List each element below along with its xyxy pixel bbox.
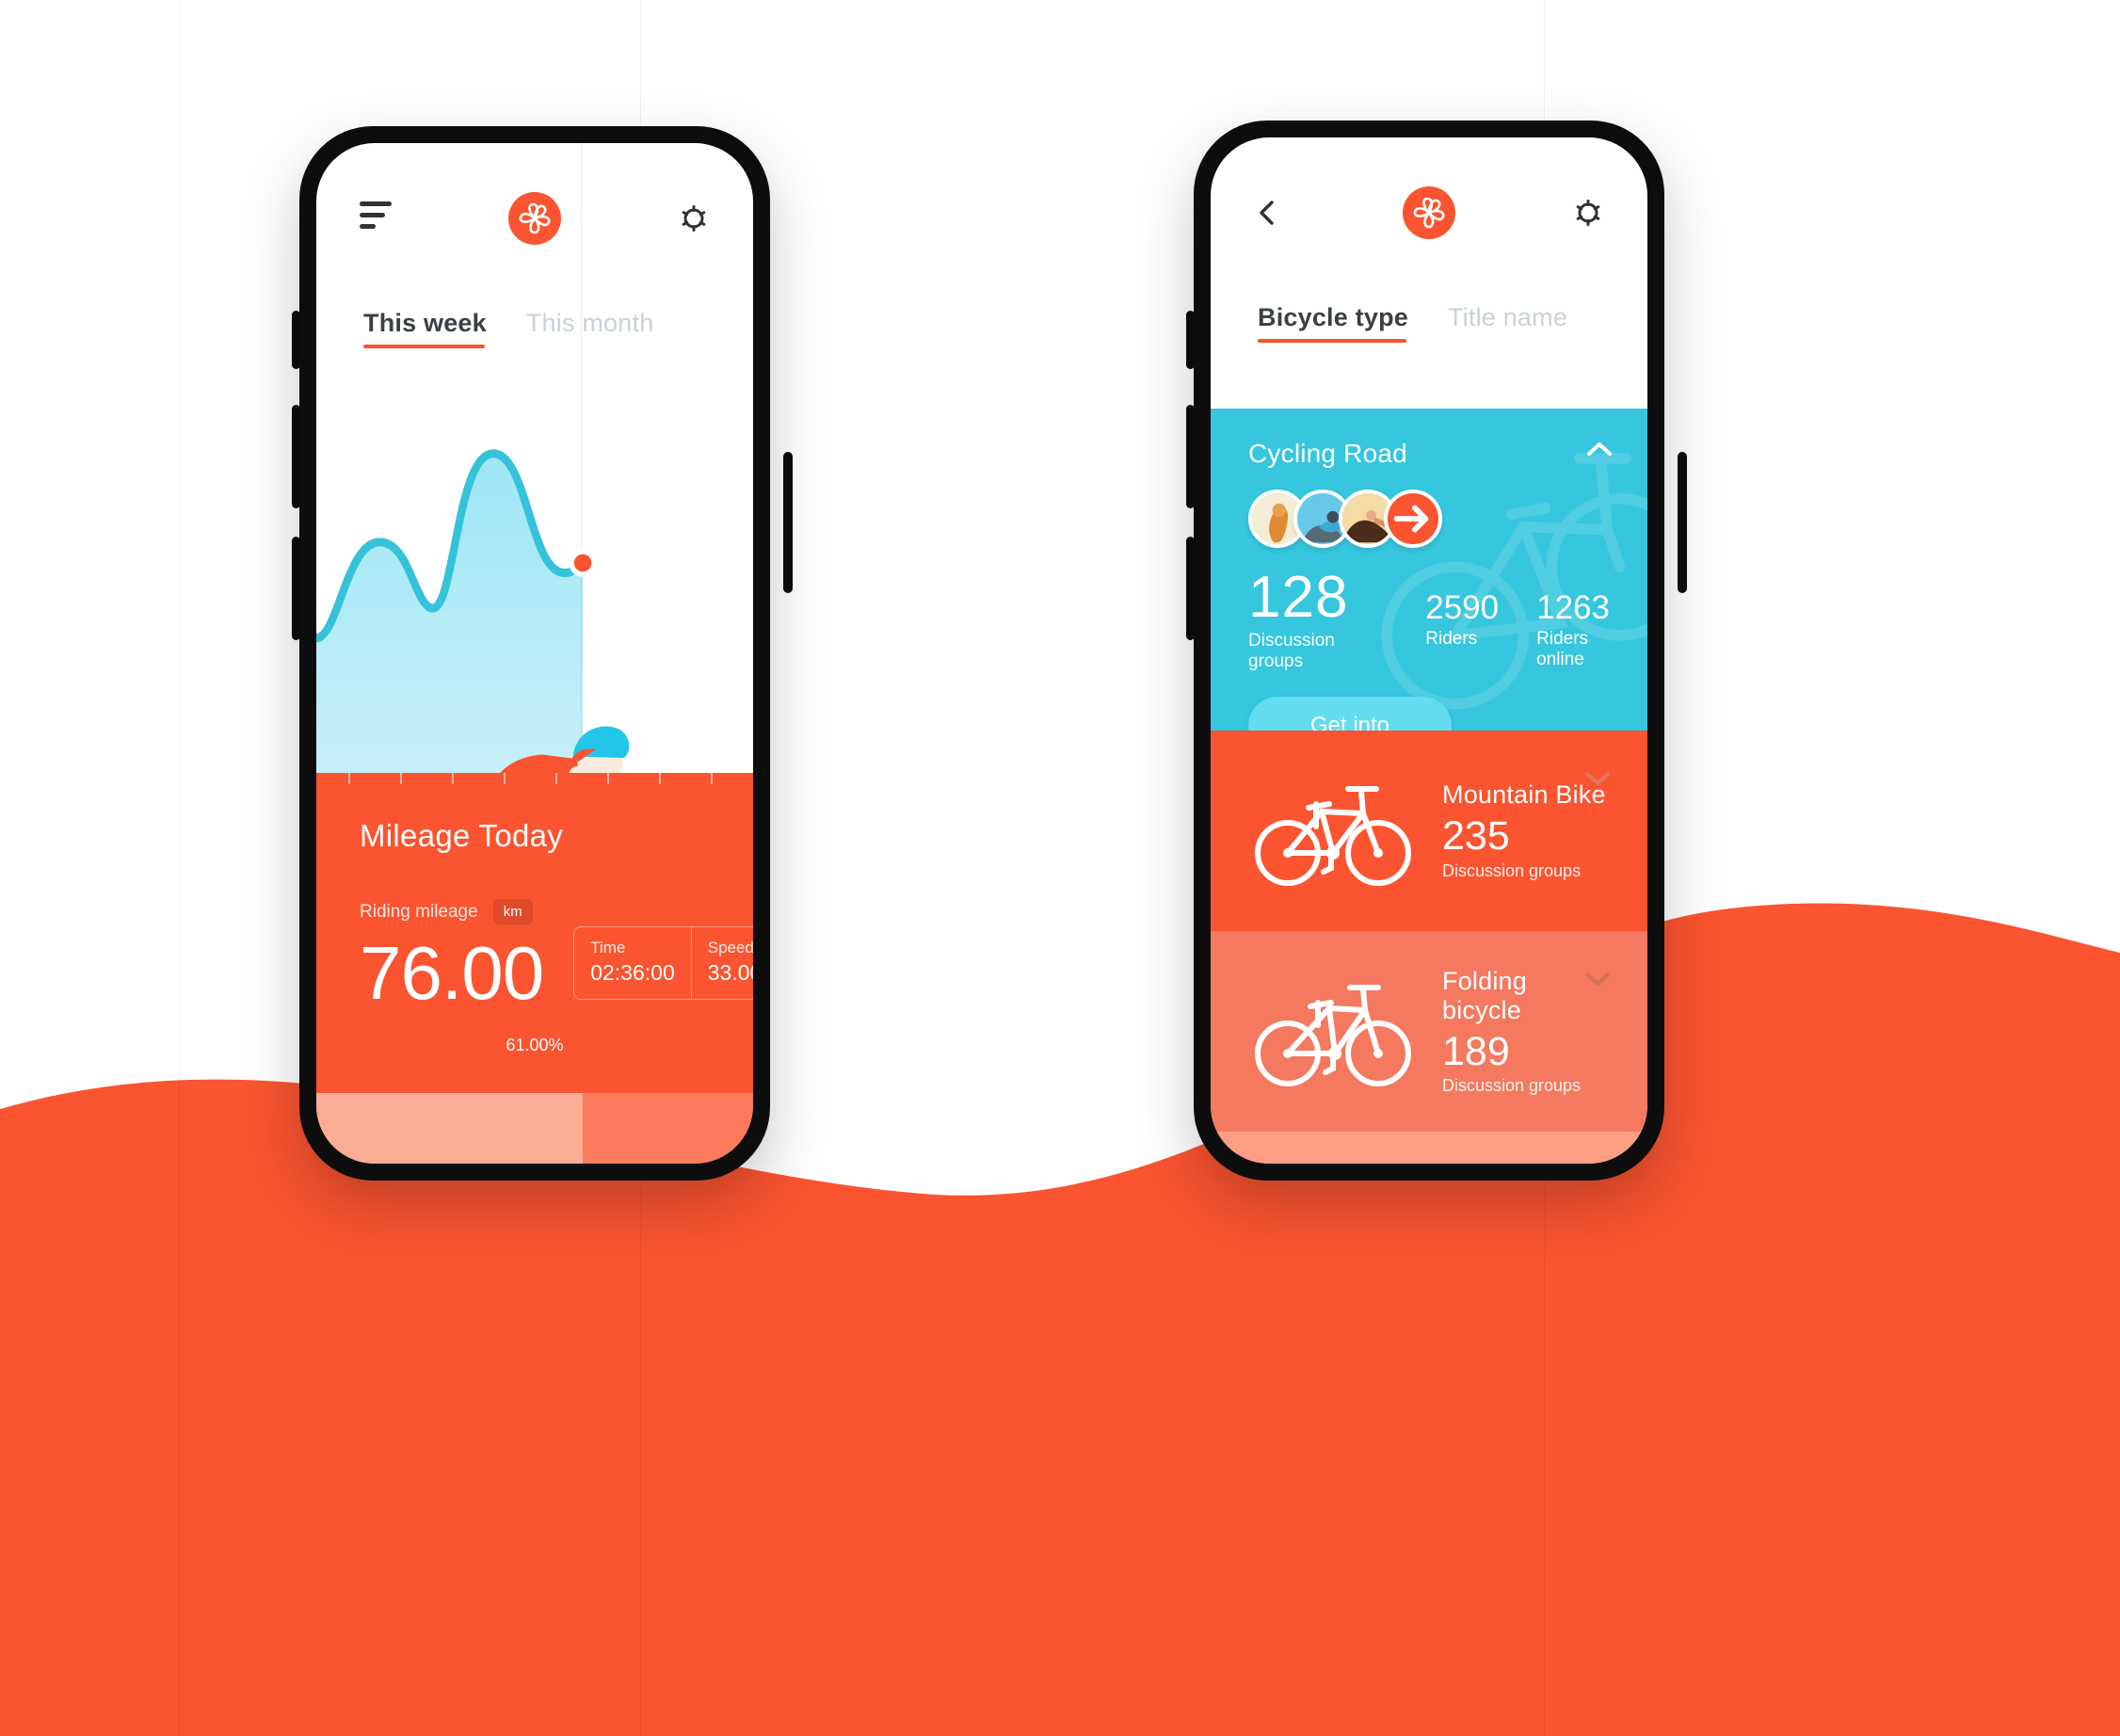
settings-button[interactable] [1538, 197, 1604, 229]
expand-button[interactable] [1582, 963, 1614, 995]
bike-type-count: 235 [1442, 813, 1510, 860]
back-chevron-icon [1260, 201, 1274, 225]
riders-label: Riders [1425, 629, 1478, 649]
riding-mileage-row: Riding mileage km [360, 899, 710, 924]
app-logo[interactable] [1320, 186, 1538, 239]
list-item[interactable]: Electric bicycle 280 Discussion groups [1211, 1132, 1647, 1164]
phone2-screen: Bicycle type Title name Cycling Road 128… [1211, 137, 1647, 1164]
phone1-screen: This week This month Mileage Today Ridin… [316, 143, 753, 1164]
bike-type-count: 189 [1442, 1028, 1510, 1074]
app-logo[interactable] [426, 192, 644, 245]
bike-type-unit: Discussion groups [1442, 860, 1582, 880]
hamburger-icon [360, 201, 392, 235]
stat-speed-value: 33.00 [707, 960, 753, 985]
back-button[interactable] [1254, 199, 1320, 227]
phone-mockup-bicycle-types: Bicycle type Title name Cycling Road 128… [1194, 121, 1664, 1181]
mileage-panel: Mileage Today Riding mileage km 76.00 Ti… [316, 773, 753, 1164]
phone1-power-button [783, 452, 793, 593]
discussion-groups-value: 128 [1248, 565, 1349, 630]
arrow-right-icon [1393, 505, 1429, 533]
stat-discussion-groups: 128 Discussion groups [1248, 569, 1363, 672]
progress-bar-fill [316, 1093, 584, 1164]
stat-riders: 2590 Riders [1425, 591, 1499, 670]
tab-this-week[interactable]: This week [363, 309, 487, 348]
expand-button[interactable] [1582, 763, 1614, 795]
riders-value: 2590 [1425, 589, 1500, 626]
page-title: Mileage Today [360, 818, 564, 853]
folding-bike-icon [1248, 971, 1418, 1093]
tab-title-name-label: Title name [1447, 303, 1568, 331]
app-logo-pinwheel-icon [508, 192, 561, 245]
progress-bar[interactable] [316, 1093, 753, 1164]
stat-speed-label: Speed [707, 939, 753, 956]
avatar-group[interactable] [1248, 490, 1610, 548]
tab-title-name[interactable]: Title name [1448, 303, 1567, 343]
app-logo-pinwheel-icon [1403, 186, 1455, 239]
list-item[interactable]: Folding bicycle 189 Discussion groups [1211, 931, 1647, 1132]
settings-button[interactable] [644, 202, 710, 234]
progress-percent-label: 61.00% [506, 1036, 564, 1054]
stat-time-value: 02:36:00 [590, 960, 675, 985]
phone1-topbar [316, 143, 753, 294]
chevron-down-icon [1585, 772, 1610, 785]
ruler-ticks [348, 773, 713, 784]
more-avatars-button[interactable] [1384, 490, 1442, 548]
chevron-down-icon [1585, 972, 1610, 986]
stat-time-label: Time [590, 939, 626, 956]
gear-icon [1576, 200, 1600, 226]
tab-this-month[interactable]: This month [526, 309, 654, 348]
tab-this-week-label: This week [363, 309, 487, 337]
mountain-bike-icon [1248, 770, 1418, 892]
stat-time: Time 02:36:00 [574, 927, 691, 999]
stat-riders-online: 1263 Riders online [1536, 591, 1610, 670]
ride-stats: Time 02:36:00 Speed 33.00 [573, 926, 753, 1000]
tab-bicycle-type[interactable]: Bicycle type [1258, 303, 1408, 343]
riders-online-value: 1263 [1536, 589, 1610, 626]
phone2-power-button [1678, 452, 1687, 593]
mileage-value-row: 76.00 Time 02:36:00 Speed 33.00 [360, 926, 753, 1015]
list-item[interactable]: Mountain Bike 235 Discussion groups [1211, 731, 1647, 931]
featured-card-title: Cycling Road [1248, 439, 1407, 468]
phone1-tabbar: This week This month [316, 309, 753, 348]
get-into-button[interactable]: Get into [1248, 697, 1452, 731]
phone2-topbar [1211, 137, 1647, 288]
layout-guide-left [179, 0, 180, 1736]
riding-mileage-label: Riding mileage [360, 901, 478, 922]
phone2-tabbar: Bicycle type Title name [1211, 303, 1647, 343]
featured-card-cycling-road[interactable]: Cycling Road 128 Discussion groups 2590 … [1211, 409, 1647, 731]
tab-this-month-label: This month [525, 309, 654, 337]
featured-card-stats: 128 Discussion groups 2590 Riders 1263 R… [1248, 569, 1610, 672]
riders-online-label: Riders online [1536, 629, 1589, 669]
unit-badge: km [492, 899, 533, 924]
stat-speed: Speed 33.00 [690, 927, 753, 999]
menu-button[interactable] [360, 201, 426, 235]
discussion-groups-label: Discussion groups [1248, 631, 1335, 671]
tab-bicycle-type-label: Bicycle type [1258, 303, 1408, 331]
bike-type-unit: Discussion groups [1442, 1076, 1582, 1096]
phone-mockup-dashboard: This week This month Mileage Today Ridin… [299, 126, 770, 1181]
mileage-value: 76.00 [360, 931, 544, 1015]
gear-icon [682, 205, 706, 232]
